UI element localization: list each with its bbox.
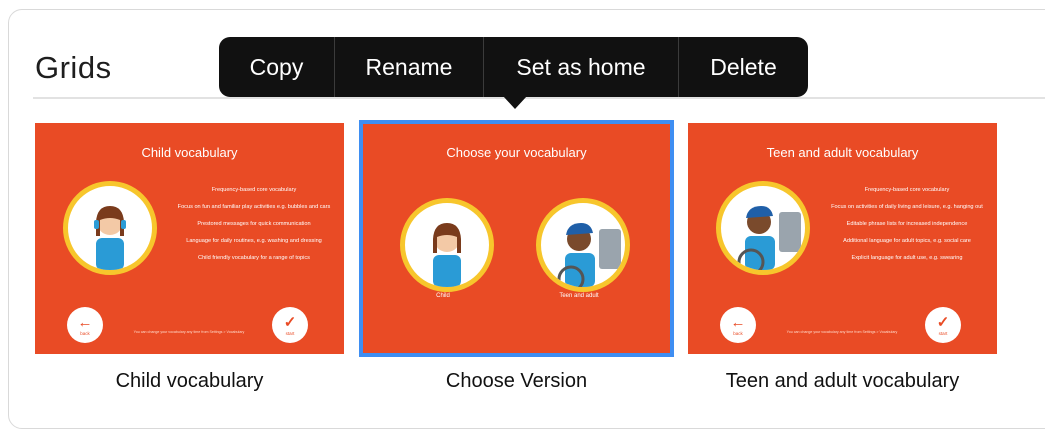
grid-caption[interactable]: Choose Version bbox=[362, 370, 671, 393]
feature-item: Focus on fun and familiar play activitie… bbox=[177, 204, 331, 210]
feature-item: Frequency-based core vocabulary bbox=[211, 187, 297, 193]
teen-avatar bbox=[536, 198, 630, 292]
grid-card-choose-version[interactable]: Choose your vocabulary Child Teen and ad… bbox=[359, 120, 674, 357]
teen-avatar bbox=[716, 181, 810, 275]
footnote: You can change your vocabulary any time … bbox=[786, 330, 898, 334]
option-teen-label: Teen and adult bbox=[559, 293, 599, 299]
feature-item: Explicit language for adult use, e.g. sw… bbox=[851, 255, 963, 261]
feature-item: Language for daily routines, e.g. washin… bbox=[186, 238, 322, 244]
back-label: back bbox=[733, 330, 743, 336]
divider bbox=[33, 97, 1045, 99]
feature-item: Prestored messages for quick communicati… bbox=[197, 221, 311, 227]
back-label: back bbox=[80, 330, 90, 336]
child-avatar bbox=[63, 181, 157, 275]
feature-list: Frequency-based core vocabulary Focus on… bbox=[821, 187, 993, 272]
back-button: ← back bbox=[67, 307, 103, 343]
page-title: Grids bbox=[35, 50, 112, 85]
copy-menu-item[interactable]: Copy bbox=[219, 37, 334, 97]
feature-item: Editable phrase lists for increased inde… bbox=[846, 221, 968, 227]
back-button: ← back bbox=[720, 307, 756, 343]
thumb-title: Choose your vocabulary bbox=[446, 145, 587, 160]
feature-item: Frequency-based core vocabulary bbox=[864, 187, 950, 193]
check-icon: ✓ bbox=[936, 313, 950, 331]
rename-menu-item[interactable]: Rename bbox=[334, 37, 483, 97]
thumb-title: Teen and adult vocabulary bbox=[766, 145, 919, 160]
footnote: You can change your vocabulary any time … bbox=[133, 330, 245, 334]
grid-card-child-vocabulary[interactable]: Child vocabulary Frequency-based core vo… bbox=[35, 123, 344, 354]
grid-caption[interactable]: Child vocabulary bbox=[35, 370, 344, 393]
grid-caption[interactable]: Teen and adult vocabulary bbox=[688, 370, 997, 393]
feature-item: Focus on activities of daily living and … bbox=[831, 204, 983, 210]
feature-list: Frequency-based core vocabulary Focus on… bbox=[168, 187, 340, 272]
option-child-label: Child bbox=[436, 293, 450, 299]
thumb-title: Child vocabulary bbox=[141, 145, 238, 160]
check-icon: ✓ bbox=[283, 313, 297, 331]
context-menu-pointer bbox=[503, 96, 527, 109]
arrow-left-icon: ← bbox=[730, 313, 746, 331]
feature-item: Additional language for adult topics, e.… bbox=[843, 238, 971, 244]
delete-menu-item[interactable]: Delete bbox=[678, 37, 808, 97]
start-label: start bbox=[285, 330, 295, 336]
start-button: ✓ start bbox=[272, 307, 308, 343]
feature-item: Child friendly vocabulary for a range of… bbox=[198, 255, 310, 261]
grid-card-teen-adult-vocabulary[interactable]: Teen and adult vocabulary Frequency-base… bbox=[688, 123, 997, 354]
child-avatar bbox=[400, 198, 494, 292]
set-as-home-menu-item[interactable]: Set as home bbox=[483, 37, 678, 97]
arrow-left-icon: ← bbox=[77, 313, 93, 331]
context-menu: Copy Rename Set as home Delete bbox=[219, 37, 808, 97]
start-button: ✓ start bbox=[925, 307, 961, 343]
start-label: start bbox=[938, 330, 948, 336]
